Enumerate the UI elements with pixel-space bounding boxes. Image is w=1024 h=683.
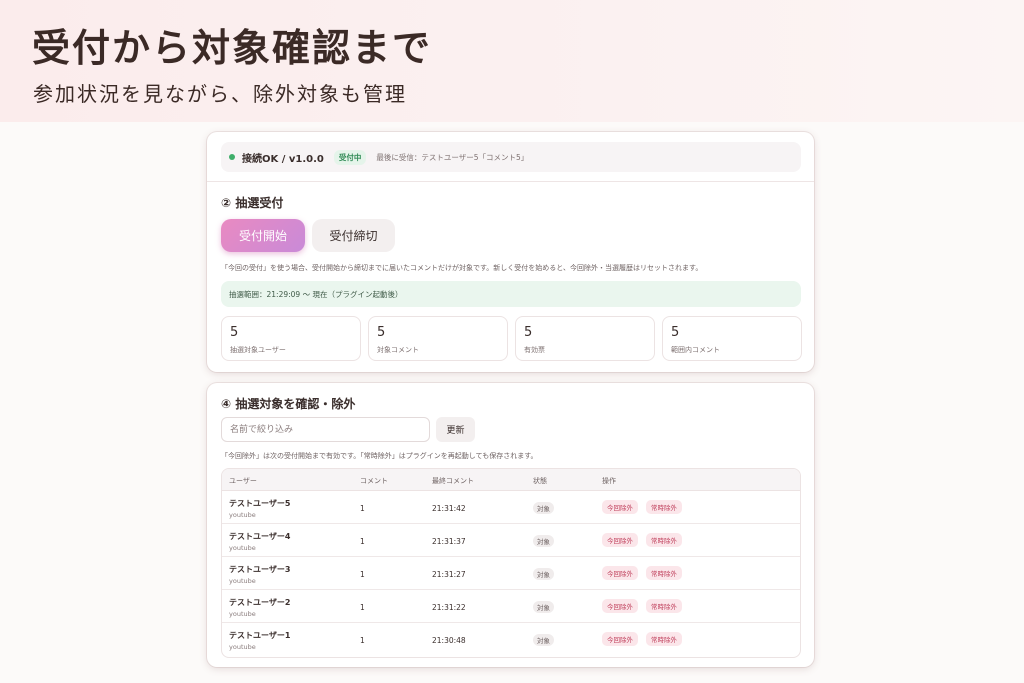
table-row: テストユーザー4 youtube 1 21:31:37 対象 今回除外 常時除外 xyxy=(222,524,800,557)
refresh-button[interactable]: 更新 xyxy=(436,417,475,442)
user-name: テストユーザー2 xyxy=(229,598,291,607)
targets-table: ユーザー コメント 最終コメント 状態 操作 テストユーザー5 youtube … xyxy=(221,468,801,658)
user-source: youtube xyxy=(229,577,256,585)
table-header: ユーザー コメント 最終コメント 状態 操作 xyxy=(222,469,800,491)
close-reception-button[interactable]: 受付締切 xyxy=(312,219,395,252)
stat-value: 5 xyxy=(230,325,239,340)
last-comment-time: 21:30:48 xyxy=(432,636,466,645)
column-header-last-comment: 最終コメント xyxy=(432,477,474,485)
state-badge: 対象 xyxy=(533,601,554,613)
exclude-this-time-button[interactable]: 今回除外 xyxy=(602,599,638,613)
user-source: youtube xyxy=(229,544,256,552)
last-comment-time: 21:31:37 xyxy=(432,537,466,546)
stat-label: 対象コメント xyxy=(377,346,419,354)
exclude-always-button[interactable]: 常時除外 xyxy=(646,599,682,613)
hero-title: 受付から対象確認まで xyxy=(32,26,433,70)
table-row: テストユーザー1 youtube 1 21:30:48 対象 今回除外 常時除外 xyxy=(222,623,800,656)
exclude-this-time-button[interactable]: 今回除外 xyxy=(602,632,638,646)
exclude-this-time-button[interactable]: 今回除外 xyxy=(602,533,638,547)
exclude-always-button[interactable]: 常時除外 xyxy=(646,632,682,646)
column-header-state: 状態 xyxy=(533,477,547,485)
comment-count: 1 xyxy=(360,570,365,579)
section-title-targets: ④ 抽選対象を確認・除外 xyxy=(221,397,356,411)
targets-card: ④ 抽選対象を確認・除外 更新 「今回除外」は次の受付開始まで有効です。「常時除… xyxy=(207,383,814,667)
user-name: テストユーザー3 xyxy=(229,565,291,574)
exclude-always-button[interactable]: 常時除外 xyxy=(646,500,682,514)
stat-value: 5 xyxy=(671,325,680,340)
exclude-always-button[interactable]: 常時除外 xyxy=(646,566,682,580)
user-name: テストユーザー1 xyxy=(229,631,291,640)
reception-note: 「今回の受付」を使う場合、受付開始から締切までに届いたコメントだけが対象です。新… xyxy=(221,264,703,272)
stat-value: 5 xyxy=(524,325,533,340)
column-header-user: ユーザー xyxy=(229,477,257,485)
start-reception-button[interactable]: 受付開始 xyxy=(221,219,305,252)
stat-card-target-comments: 5 対象コメント xyxy=(368,316,508,361)
hero-banner: 受付から対象確認まで 参加状況を見ながら、除外対象も管理 xyxy=(0,0,1024,122)
state-badge: 対象 xyxy=(533,502,554,514)
state-badge: 対象 xyxy=(533,535,554,547)
user-source: youtube xyxy=(229,643,256,651)
stat-card-range-comments: 5 範囲内コメント xyxy=(662,316,802,361)
exclude-this-time-button[interactable]: 今回除外 xyxy=(602,500,638,514)
draw-range-box: 抽選範囲：21:29:09 〜 現在（プラグイン起動後） xyxy=(221,281,801,307)
stat-label: 抽選対象ユーザー xyxy=(230,346,286,354)
stat-label: 範囲内コメント xyxy=(671,346,720,354)
comment-count: 1 xyxy=(360,537,365,546)
comment-count: 1 xyxy=(360,504,365,513)
last-received-text: 最後に受信：テストユーザー5「コメント5」 xyxy=(376,152,529,162)
column-header-actions: 操作 xyxy=(602,477,616,485)
exclude-this-time-button[interactable]: 今回除外 xyxy=(602,566,638,580)
reception-card: 接続OK / v1.0.0 受付中 最後に受信：テストユーザー5「コメント5」 … xyxy=(207,132,814,372)
table-row: テストユーザー3 youtube 1 21:31:27 対象 今回除外 常時除外 xyxy=(222,557,800,590)
exclusion-note: 「今回除外」は次の受付開始まで有効です。「常時除外」はプラグインを再起動しても保… xyxy=(221,452,538,460)
state-badge: 対象 xyxy=(533,634,554,646)
stat-card-valid-votes: 5 有効票 xyxy=(515,316,655,361)
last-comment-time: 21:31:42 xyxy=(432,504,466,513)
comment-count: 1 xyxy=(360,636,365,645)
user-source: youtube xyxy=(229,610,256,618)
section-title-reception: ② 抽選受付 xyxy=(221,196,284,210)
name-filter-input[interactable] xyxy=(221,417,430,442)
stat-value: 5 xyxy=(377,325,386,340)
status-dot-icon xyxy=(229,154,235,160)
connection-status-bar: 接続OK / v1.0.0 受付中 最後に受信：テストユーザー5「コメント5」 xyxy=(221,142,801,172)
state-badge: 対象 xyxy=(533,568,554,580)
comment-count: 1 xyxy=(360,603,365,612)
table-row: テストユーザー2 youtube 1 21:31:22 対象 今回除外 常時除外 xyxy=(222,590,800,623)
table-row: テストユーザー5 youtube 1 21:31:42 対象 今回除外 常時除外 xyxy=(222,491,800,524)
user-source: youtube xyxy=(229,511,256,519)
reception-status-badge: 受付中 xyxy=(333,149,367,165)
hero-subtitle: 参加状況を見ながら、除外対象も管理 xyxy=(33,82,407,106)
user-name: テストユーザー4 xyxy=(229,532,291,541)
stat-label: 有効票 xyxy=(524,346,545,354)
exclude-always-button[interactable]: 常時除外 xyxy=(646,533,682,547)
stat-card-target-users: 5 抽選対象ユーザー xyxy=(221,316,361,361)
column-header-comments: コメント xyxy=(360,477,388,485)
user-name: テストユーザー5 xyxy=(229,499,291,508)
connection-status: 接続OK / v1.0.0 xyxy=(242,153,324,165)
last-comment-time: 21:31:27 xyxy=(432,570,466,579)
last-comment-time: 21:31:22 xyxy=(432,603,466,612)
divider xyxy=(207,181,814,182)
